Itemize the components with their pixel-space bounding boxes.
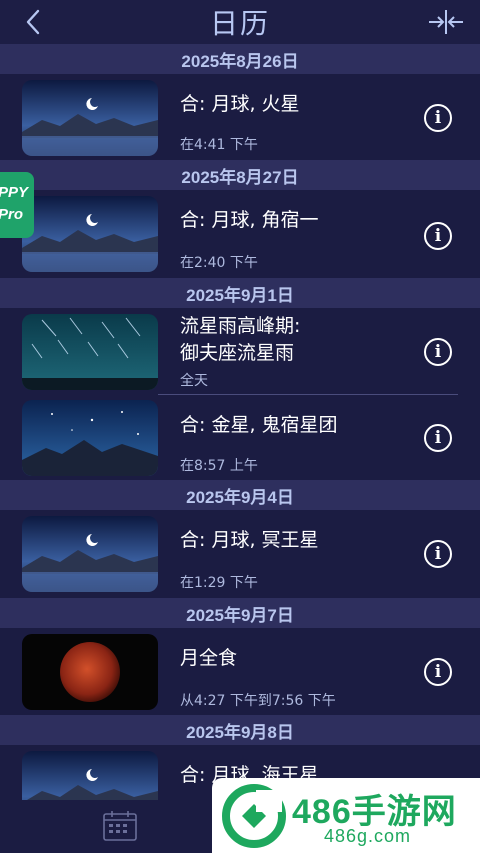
event-thumbnail: [22, 634, 158, 710]
calendar-icon[interactable]: [102, 810, 138, 842]
event-thumbnail: [22, 400, 158, 476]
date-header: 2025年8月27日: [0, 160, 480, 190]
event-thumbnail: [22, 516, 158, 592]
event-title: 合: 金星, 鬼宿星团: [180, 414, 338, 436]
date-header: 2025年9月7日: [0, 598, 480, 628]
collapse-button[interactable]: [426, 6, 466, 38]
date-header: 2025年9月1日: [0, 278, 480, 308]
event-title-line2: 御夫座流星雨: [180, 342, 295, 364]
date-header-label: 2025年8月26日: [181, 51, 299, 71]
event-time: 在4:41 下午: [180, 137, 258, 153]
promo-tab[interactable]: PPY Pro: [0, 172, 34, 238]
event-row[interactable]: 月全食 从4:27 下午到7:56 下午 i: [0, 628, 480, 715]
event-row[interactable]: 合: 金星, 鬼宿星团 在8:57 上午 i: [0, 395, 480, 480]
info-icon[interactable]: i: [424, 658, 452, 686]
info-icon[interactable]: i: [424, 338, 452, 366]
info-icon[interactable]: i: [424, 540, 452, 568]
date-header-label: 2025年8月27日: [181, 167, 299, 187]
info-icon[interactable]: i: [424, 424, 452, 452]
date-header-label: 2025年9月8日: [186, 722, 294, 742]
watermark-sub-text: 486g.com: [324, 826, 412, 846]
page-title: 日历: [209, 7, 270, 40]
event-title: 合: 月球, 冥王星: [180, 529, 319, 551]
event-thumbnail: [22, 80, 158, 156]
promo-line2: Pro: [0, 206, 24, 223]
info-icon[interactable]: i: [424, 222, 452, 250]
date-header: 2025年9月8日: [0, 715, 480, 745]
event-time: 全天: [180, 373, 208, 389]
event-row[interactable]: 流星雨高峰期: 御夫座流星雨 全天 i: [0, 308, 480, 394]
event-title: 合: 月球, 火星: [180, 93, 300, 115]
event-thumbnail: [22, 196, 158, 272]
event-thumbnail: [22, 314, 158, 390]
date-header: 2025年8月26日: [0, 44, 480, 74]
promo-line1: PPY: [0, 184, 29, 201]
event-title: 流星雨高峰期:: [180, 315, 301, 337]
date-header-label: 2025年9月4日: [186, 487, 294, 507]
event-row[interactable]: 合: 月球, 角宿一 在2:40 下午 i: [0, 190, 480, 278]
event-title: 合: 月球, 角宿一: [180, 209, 319, 231]
collapse-arrows-icon: [429, 10, 463, 34]
event-thumbnail: [22, 751, 158, 800]
event-title: 月全食: [180, 647, 238, 669]
watermark-logo-icon: [222, 784, 286, 848]
event-time: 在8:57 上午: [180, 458, 258, 474]
date-header: 2025年9月4日: [0, 480, 480, 510]
event-time: 从4:27 下午到7:56 下午: [180, 693, 336, 709]
date-header-label: 2025年9月7日: [186, 605, 294, 625]
event-time: 在1:29 下午: [180, 575, 258, 591]
event-time: 在2:40 下午: [180, 255, 258, 271]
header: 日历: [0, 0, 480, 44]
event-row[interactable]: 合: 月球, 火星 在4:41 下午 i: [0, 74, 480, 160]
info-icon[interactable]: i: [424, 104, 452, 132]
watermark: 486手游网 486g.com: [212, 778, 480, 853]
date-header-label: 2025年9月1日: [186, 285, 294, 305]
chevron-left-icon: [26, 9, 40, 35]
back-button[interactable]: [18, 6, 48, 38]
event-row[interactable]: 合: 月球, 冥王星 在1:29 下午 i: [0, 510, 480, 598]
